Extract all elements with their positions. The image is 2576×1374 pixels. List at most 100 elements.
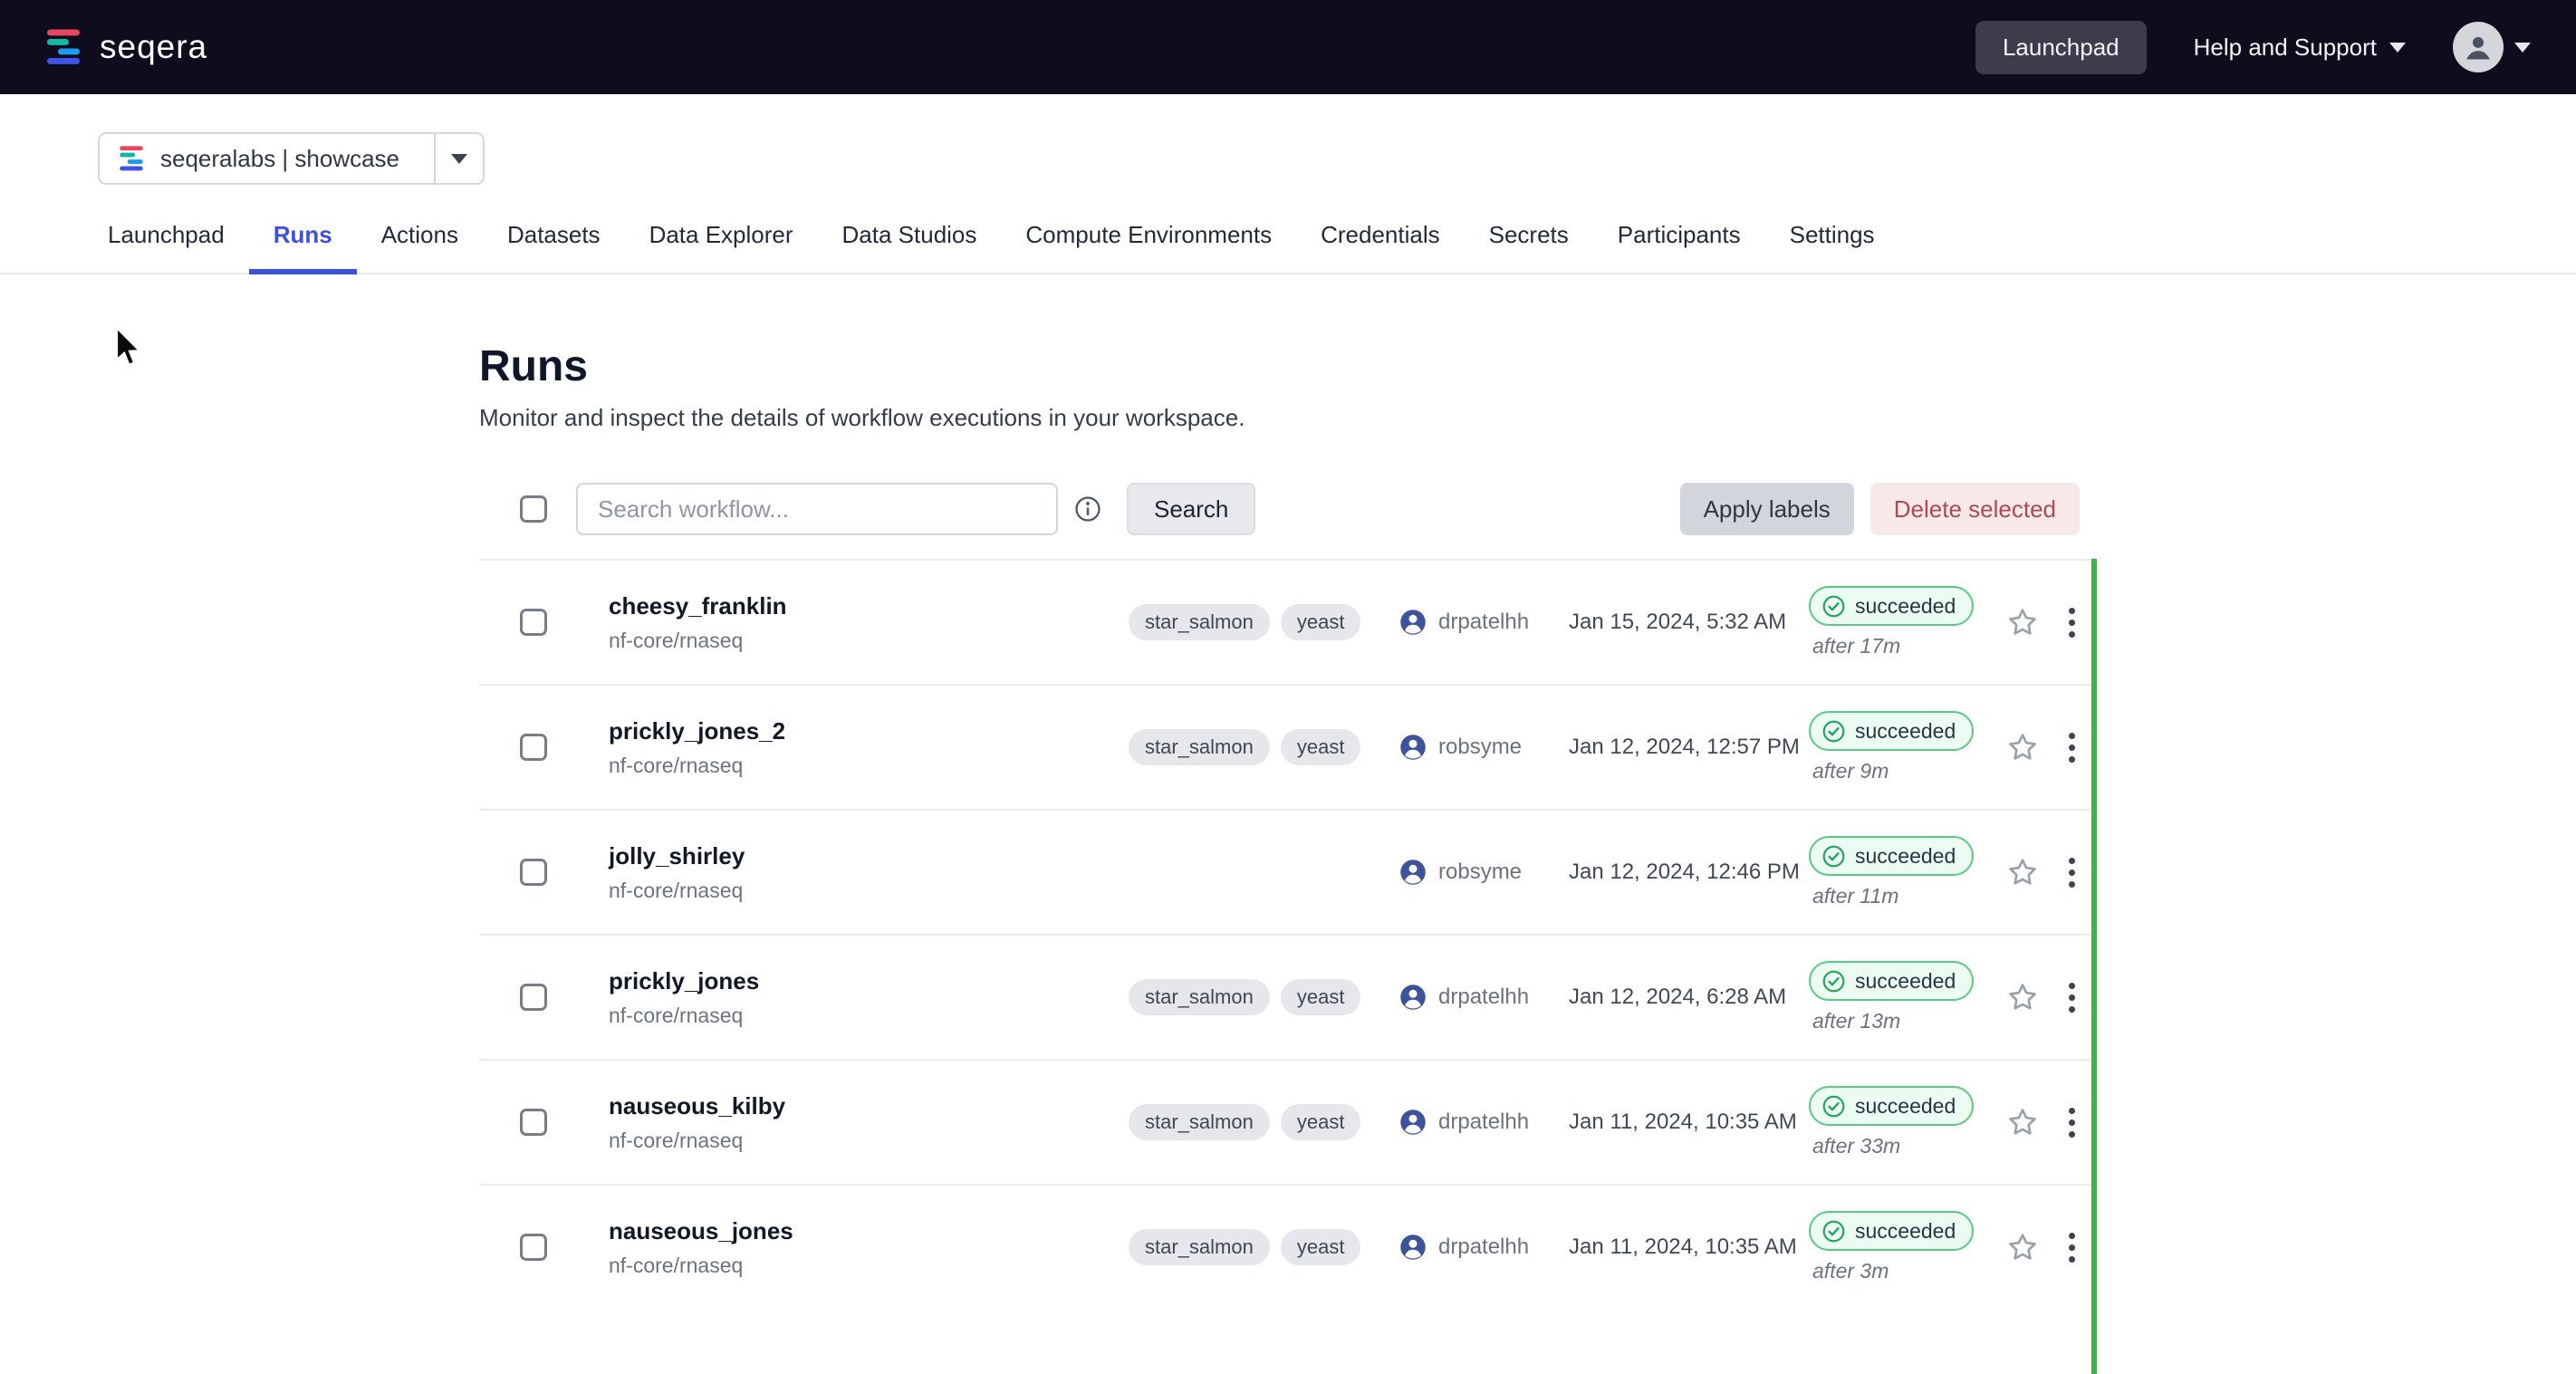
run-user-cell: drpatelhh [1399,1234,1569,1261]
row-menu-button[interactable] [2063,1102,2081,1143]
row-checkbox[interactable] [520,1234,547,1261]
star-button[interactable] [2005,730,2040,764]
row-checkbox[interactable] [520,984,547,1011]
run-date: Jan 12, 2024, 12:57 PM [1569,735,1809,760]
select-all-checkbox[interactable] [520,495,547,523]
check-circle-icon [1821,1094,1846,1119]
person-icon [2462,31,2494,63]
run-name[interactable]: nauseous_kilby [609,1092,1129,1120]
run-row: jolly_shirley nf-core/rnaseq robsyme Jan… [479,809,2097,934]
run-star-cell [1997,855,2047,889]
user-menu[interactable] [2453,22,2531,72]
tabs-nav: LaunchpadRunsActionsDatasetsData Explore… [0,221,2576,274]
delete-selected-button[interactable]: Delete selected [1870,483,2080,535]
apply-labels-button[interactable]: Apply labels [1680,483,1854,535]
status-badge: succeeded [1809,586,1974,626]
workspace-selector-main[interactable]: seqeralabs | showcase [100,134,434,183]
star-icon [2005,605,2040,639]
workspace-selector[interactable]: seqeralabs | showcase [98,132,485,185]
run-name[interactable]: jolly_shirley [609,842,1129,870]
row-checkbox[interactable] [520,1109,547,1136]
run-user: robsyme [1438,860,1522,885]
status-label: succeeded [1855,969,1956,994]
run-name[interactable]: prickly_jones [609,967,1129,995]
run-duration: after 17m [1809,634,1900,658]
check-circle-icon [1821,1219,1846,1244]
tab-data-explorer[interactable]: Data Explorer [625,221,818,274]
seqera-logo-icon [42,25,85,69]
star-icon [2005,1230,2040,1264]
status-label: succeeded [1855,594,1956,619]
check-circle-icon [1821,969,1846,994]
workspace-logo-icon [116,143,147,174]
row-menu-button[interactable] [2063,727,2081,768]
help-and-support-menu[interactable]: Help and Support [2194,34,2406,62]
run-row-check-cell [479,609,609,636]
brand[interactable]: seqera [42,25,207,69]
tab-datasets[interactable]: Datasets [483,221,625,274]
run-star-cell [1997,1105,2047,1139]
tab-secrets[interactable]: Secrets [1465,221,1593,274]
row-menu-button[interactable] [2063,977,2081,1018]
tab-credentials[interactable]: Credentials [1296,221,1465,274]
run-menu-cell [2047,852,2097,893]
status-badge: succeeded [1809,711,1974,751]
tab-settings[interactable]: Settings [1765,221,1899,274]
navbar-actions: Launchpad Help and Support [1975,21,2531,74]
star-button[interactable] [2005,1230,2040,1264]
row-checkbox[interactable] [520,609,547,636]
row-checkbox[interactable] [520,859,547,886]
tab-participants[interactable]: Participants [1593,221,1765,274]
star-icon [2005,730,2040,764]
run-row-check-cell [479,734,609,761]
status-badge: succeeded [1809,1086,1974,1126]
run-user-cell: drpatelhh [1399,984,1569,1011]
user-circle-icon [1399,859,1427,886]
chevron-down-icon [451,154,467,164]
run-pipeline: nf-core/rnaseq [609,754,1129,778]
star-button[interactable] [2005,980,2040,1014]
run-pipeline: nf-core/rnaseq [609,1004,1129,1028]
run-status-cell: succeeded after 13m [1809,961,1997,1033]
workspace-selector-caret-button[interactable] [434,134,483,183]
run-labels: star_salmonyeast [1129,604,1399,640]
star-icon [2005,980,2040,1014]
workspace-selector-row: seqeralabs | showcase [0,94,2576,185]
run-star-cell [1997,1230,2047,1264]
run-name[interactable]: cheesy_franklin [609,592,1129,620]
row-menu-button[interactable] [2063,1227,2081,1268]
run-row-check-cell [479,859,609,886]
run-row-check-cell [479,984,609,1011]
mouse-cursor [114,326,145,374]
tab-launchpad[interactable]: Launchpad [83,221,249,274]
run-star-cell [1997,730,2047,764]
run-user: drpatelhh [1438,1235,1529,1260]
label-pill: star_salmon [1129,729,1270,765]
run-name-cell: jolly_shirley nf-core/rnaseq [609,842,1129,903]
run-user: drpatelhh [1438,985,1529,1010]
row-menu-button[interactable] [2063,852,2081,893]
page: { "navbar": { "brand": "seqera", "launch… [0,0,2576,1259]
run-user-cell: robsyme [1399,734,1569,761]
label-pill: star_salmon [1129,979,1270,1015]
tab-compute-environments[interactable]: Compute Environments [1001,221,1296,274]
run-row: prickly_jones nf-core/rnaseq star_salmon… [479,934,2097,1059]
info-icon[interactable] [1074,495,1101,523]
avatar[interactable] [2453,22,2504,72]
row-menu-button[interactable] [2063,602,2081,643]
tab-actions[interactable]: Actions [357,221,483,274]
search-input[interactable] [576,483,1058,535]
star-button[interactable] [2005,1105,2040,1139]
star-button[interactable] [2005,605,2040,639]
tab-runs[interactable]: Runs [249,221,357,274]
scroll-indicator [2091,559,2097,1374]
row-checkbox[interactable] [520,734,547,761]
run-name[interactable]: nauseous_jones [609,1217,1129,1245]
run-row-check-cell [479,1234,609,1261]
tab-data-studios[interactable]: Data Studios [818,221,1002,274]
run-duration: after 13m [1809,1009,1900,1033]
run-name[interactable]: prickly_jones_2 [609,717,1129,745]
launchpad-button[interactable]: Launchpad [1975,21,2147,74]
star-button[interactable] [2005,855,2040,889]
search-button[interactable]: Search [1127,483,1255,535]
